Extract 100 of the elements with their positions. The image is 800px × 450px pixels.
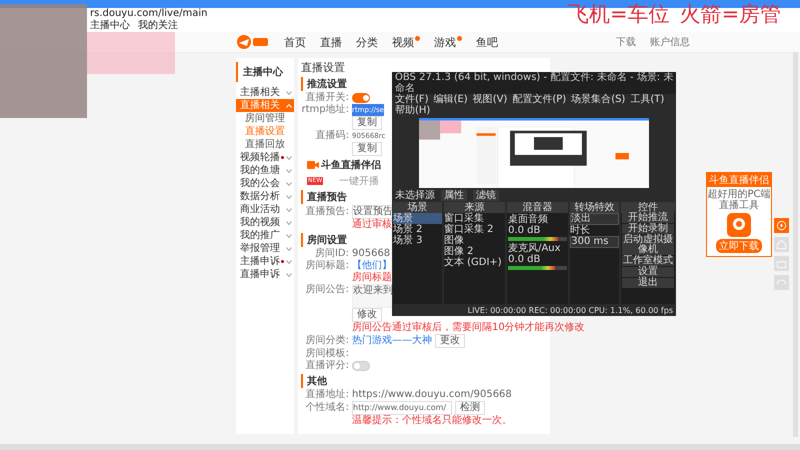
change-button[interactable]: 更改 (435, 334, 465, 348)
field-label: 房间模板: (304, 348, 349, 360)
field-label: 直播开关: (304, 92, 349, 104)
volume-meter (508, 266, 568, 270)
filters-button[interactable]: 滤镜 (473, 190, 499, 201)
nav-link[interactable]: 直播 (320, 36, 342, 48)
check-button[interactable]: 检测 (455, 401, 485, 415)
download-link[interactable]: 下载 (616, 35, 636, 49)
control-button[interactable]: 开始录制 (622, 224, 674, 234)
source-item[interactable]: 图像 (444, 235, 506, 246)
control-button[interactable]: 退出 (622, 278, 674, 288)
category-link[interactable]: 热门游戏——大神 (352, 335, 432, 347)
field-label: 房间ID: (314, 248, 349, 260)
scene-item[interactable]: 场景 (393, 213, 442, 224)
notice-text: 通过审核 (352, 219, 392, 231)
field-label: 房间标题: (304, 260, 349, 272)
app-icon (727, 213, 751, 237)
channel-reading: 0.0 dB (508, 254, 542, 265)
domain-field[interactable]: http://www.douyu.com/ (352, 401, 452, 415)
notice-textarea[interactable]: 欢迎来到 (352, 284, 394, 308)
menu-item[interactable]: 工具(T) (630, 94, 664, 105)
control-button[interactable]: 工作室模式 (622, 256, 674, 266)
control-button[interactable]: 启动虚拟摄像机 (622, 235, 674, 255)
source-label: 未选择源 (395, 190, 435, 201)
sidebar-item[interactable]: 数据分析 (236, 190, 294, 203)
notice-text: 房间标题 (352, 272, 392, 284)
sidebar-item[interactable]: 我的推广 (236, 229, 294, 242)
control-button[interactable]: 设置 (622, 267, 674, 277)
sidebar-item[interactable]: 直播申诉 (236, 268, 294, 281)
sidebar-item[interactable]: 举报管理 (236, 242, 294, 255)
scrollbar[interactable] (793, 52, 798, 437)
scene-item[interactable]: 场景 2 (393, 224, 442, 235)
room-address: https://www.douyu.com/905668 (352, 389, 512, 401)
field-label: 个性域名: (304, 402, 349, 414)
logo-icon[interactable] (236, 34, 270, 50)
nav-link[interactable]: 分类 (356, 36, 378, 48)
camera-icon (307, 160, 319, 170)
menu-item[interactable]: 编辑(E) (434, 94, 468, 105)
source-item[interactable]: 窗口采集 (444, 213, 506, 224)
overlay-text: 火箭=房管 (680, 1, 782, 28)
copy-button[interactable]: 复制 (352, 142, 382, 156)
sidebar-item[interactable]: 我的鱼塘 (236, 164, 294, 177)
home-icon[interactable] (774, 237, 789, 252)
duration-field[interactable]: 300 ms (570, 236, 620, 248)
bookmark-link[interactable]: 我的关注 (138, 20, 178, 32)
menu-item[interactable]: 文件(F) (395, 94, 429, 105)
ad-subtitle: 超好用的PC端直播工具 (707, 189, 771, 211)
toggle-switch[interactable] (352, 93, 370, 103)
source-item[interactable]: 窗口采集 2 (444, 224, 506, 235)
modify-button[interactable]: 修改 (352, 308, 382, 322)
menu-item[interactable]: 视图(V) (472, 94, 508, 105)
source-item[interactable]: 图像 2 (444, 246, 506, 257)
menu-item[interactable]: 场景集合(S) (571, 94, 626, 105)
menu-item[interactable]: 配置文件(P) (512, 94, 566, 105)
transition-select[interactable]: 淡出 (570, 213, 620, 225)
field-label: 直播评分: (304, 360, 349, 372)
field-label: 直播地址: (304, 389, 349, 401)
copy-button[interactable]: 复制 (352, 116, 382, 130)
dock-title: 来源 (444, 202, 506, 213)
address-field[interactable]: rs.douyu.com/live/main (90, 8, 208, 20)
user-menu[interactable]: 账户信息 (650, 35, 690, 49)
notice-text: 温馨提示：个性域名只能修改一次。 (352, 415, 512, 427)
sidebar-item[interactable]: 主播申诉 (236, 255, 294, 268)
sidebar-item[interactable]: 我的视频 (236, 216, 294, 229)
dock-title: 转场特效 (570, 202, 620, 213)
toggle-switch[interactable] (352, 361, 370, 371)
sidebar-item[interactable]: 商业活动 (236, 203, 294, 216)
duration-label: 时长 (570, 225, 592, 236)
sidebar-subitem[interactable]: 直播回放 (236, 138, 294, 151)
overlay-text: 飞机=车位 (568, 1, 670, 28)
nav-link[interactable]: 首页 (284, 36, 306, 48)
room-title[interactable]: 【他们】 (352, 260, 392, 272)
nav-link[interactable]: 鱼吧 (476, 36, 498, 48)
volume-meter (508, 237, 568, 241)
field-label: 房间公告: (304, 284, 349, 296)
bookmark-link[interactable]: 主播中心 (90, 20, 130, 32)
field-label: rtmp地址: (301, 104, 349, 116)
sidebar-item[interactable]: 主播相关 (236, 86, 294, 99)
nav-link[interactable]: 游戏 (434, 36, 462, 48)
window-title: OBS 27.1.3 (64 bit, windows) - 配置文件: 未命名 - 场景: 未命名 (392, 72, 676, 94)
properties-button[interactable]: 属性 (441, 190, 467, 201)
sidebar-item[interactable]: 我的公会 (236, 177, 294, 190)
field-label: 房间分类: (304, 335, 349, 347)
menu-item[interactable]: 帮助(H) (395, 105, 430, 116)
sidebar-subitem[interactable]: 房间管理 (236, 112, 294, 125)
obs-status: LIVE: 00:00:00 REC: 00:00:00 CPU: 1.1%, 60.00 fps (466, 305, 674, 316)
source-item[interactable]: 文本 (GDI+) (444, 257, 506, 268)
ad-title: 斗鱼直播伴侣 (707, 173, 771, 187)
ad-card[interactable]: 斗鱼直播伴侣 超好用的PC端直播工具 立即下载 (706, 172, 772, 257)
page-title: 直播设置 (301, 60, 346, 75)
play-icon[interactable] (774, 218, 789, 233)
room-id: 905668 (352, 248, 390, 260)
field-label: 直播预告: (304, 206, 349, 218)
sidebar-item[interactable]: 视频轮播 (236, 151, 294, 164)
dock-title: 场景 (393, 202, 442, 213)
control-button[interactable]: 开始推流 (622, 213, 674, 223)
scene-item[interactable]: 场景 3 (393, 235, 442, 246)
sidebar-title: 主播中心 (236, 62, 294, 82)
nav-link[interactable]: 视频 (392, 36, 420, 48)
dock-title: 控件 (621, 202, 675, 213)
